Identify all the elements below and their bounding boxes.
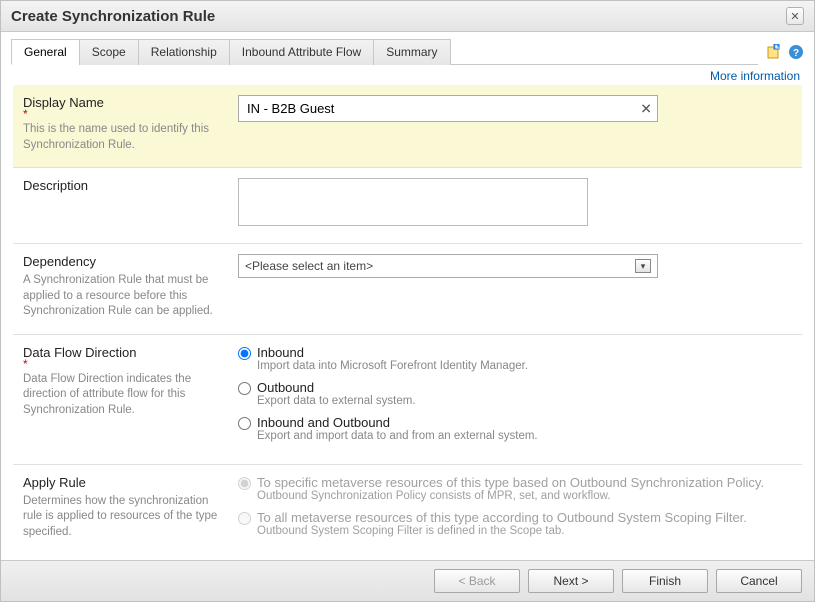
tab-scope[interactable]: Scope <box>79 39 139 65</box>
dependency-select-placeholder: <Please select an item> <box>245 259 373 273</box>
apply-rule-label: Apply Rule <box>23 475 226 490</box>
more-information-link[interactable]: More information <box>710 69 800 83</box>
clear-input-icon[interactable]: ✕ <box>640 100 652 117</box>
finish-button[interactable]: Finish <box>622 569 708 593</box>
section-display-name: Display Name * This is the name used to … <box>13 85 802 168</box>
tab-relationship[interactable]: Relationship <box>138 39 230 65</box>
titlebar: Create Synchronization Rule ✕ <box>1 1 814 32</box>
cancel-button[interactable]: Cancel <box>716 569 802 593</box>
footer-buttons: < Back Next > Finish Cancel <box>1 560 814 601</box>
toolbar-icons: + ? <box>758 44 804 60</box>
next-button[interactable]: Next > <box>528 569 614 593</box>
required-star: * <box>23 360 226 368</box>
radio-both-sub: Export and import data to and from an ex… <box>257 430 538 442</box>
chevron-down-icon: ▾ <box>635 259 651 273</box>
radio-apply-policy-sub: Outbound Synchronization Policy consists… <box>257 490 764 502</box>
radio-inbound-label: Inbound <box>257 345 304 360</box>
radio-both[interactable]: Inbound and Outbound Export and import d… <box>238 415 790 442</box>
radio-apply-filter-sub: Outbound System Scoping Filter is define… <box>257 525 747 537</box>
radio-apply-filter-label: To all metaverse resources of this type … <box>257 510 747 525</box>
radio-outbound[interactable]: Outbound Export data to external system. <box>238 380 790 407</box>
radio-apply-policy-label: To specific metaverse resources of this … <box>257 475 764 490</box>
close-icon[interactable]: ✕ <box>786 7 804 25</box>
radio-both-label: Inbound and Outbound <box>257 415 390 430</box>
required-star: * <box>23 110 226 118</box>
tab-summary[interactable]: Summary <box>373 39 450 65</box>
tab-row: General Scope Relationship Inbound Attri… <box>1 32 814 65</box>
display-name-input[interactable] <box>238 95 658 122</box>
radio-both-input[interactable] <box>238 417 251 430</box>
direction-desc: Data Flow Direction indicates the direct… <box>23 372 226 419</box>
help-icon[interactable]: ? <box>788 44 804 60</box>
section-dependency: Dependency A Synchronization Rule that m… <box>13 244 802 335</box>
svg-text:?: ? <box>793 48 799 59</box>
dependency-select[interactable]: <Please select an item> ▾ <box>238 254 658 278</box>
description-label: Description <box>23 178 226 193</box>
radio-apply-filter-input <box>238 512 251 525</box>
radio-inbound-input[interactable] <box>238 347 251 360</box>
display-name-label: Display Name <box>23 95 226 110</box>
radio-outbound-sub: Export data to external system. <box>257 395 416 407</box>
tab-inbound-attribute-flow[interactable]: Inbound Attribute Flow <box>229 39 374 65</box>
radio-inbound[interactable]: Inbound Import data into Microsoft Foref… <box>238 345 790 372</box>
radio-apply-policy-input <box>238 477 251 490</box>
back-button: < Back <box>434 569 520 593</box>
radio-inbound-sub: Import data into Microsoft Forefront Ide… <box>257 360 528 372</box>
radio-outbound-label: Outbound <box>257 380 314 395</box>
dependency-desc: A Synchronization Rule that must be appl… <box>23 273 226 320</box>
description-input[interactable] <box>238 178 588 226</box>
radio-apply-filter: To all metaverse resources of this type … <box>238 510 790 537</box>
apply-rule-desc: Determines how the synchronization rule … <box>23 494 226 541</box>
content-area: Display Name * This is the name used to … <box>1 85 814 560</box>
dependency-label: Dependency <box>23 254 226 269</box>
svg-text:+: + <box>775 44 778 50</box>
section-description: Description <box>13 168 802 244</box>
radio-apply-policy: To specific metaverse resources of this … <box>238 475 790 502</box>
display-name-desc: This is the name used to identify this S… <box>23 122 226 153</box>
tab-general[interactable]: General <box>11 39 80 65</box>
section-apply-rule: Apply Rule Determines how the synchroniz… <box>13 465 802 559</box>
dialog-window: Create Synchronization Rule ✕ General Sc… <box>0 0 815 602</box>
window-title: Create Synchronization Rule <box>11 8 215 25</box>
new-note-icon[interactable]: + <box>766 44 782 60</box>
section-direction: Data Flow Direction * Data Flow Directio… <box>13 335 802 465</box>
more-info-row: More information <box>1 65 814 85</box>
tabbar: General Scope Relationship Inbound Attri… <box>11 38 758 65</box>
radio-outbound-input[interactable] <box>238 382 251 395</box>
direction-label: Data Flow Direction <box>23 345 226 360</box>
